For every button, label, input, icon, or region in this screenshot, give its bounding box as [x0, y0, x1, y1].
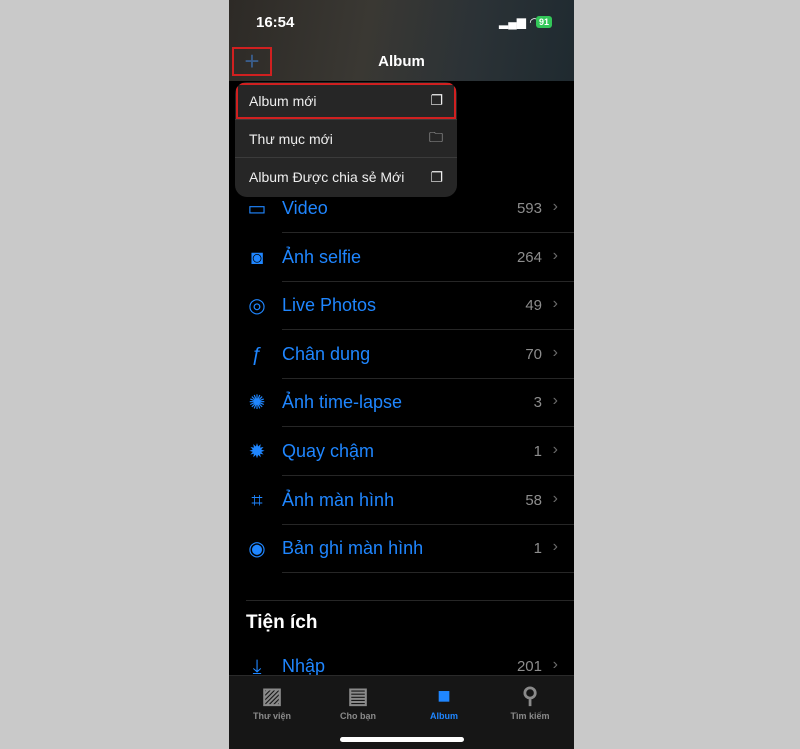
section-title-utilities: Tiện ích	[246, 612, 318, 633]
item-label: Ảnh màn hình	[282, 489, 395, 510]
item-label: Quay chậm	[282, 441, 375, 461]
media-type-icon: ƒ	[251, 343, 263, 366]
status-time: 16:54	[256, 14, 295, 31]
signal-wifi-icon: ▂▄▆ ◠	[499, 15, 540, 29]
tab-1[interactable]: ▤ Cho bạn	[315, 681, 401, 721]
item-count: 201	[516, 658, 542, 675]
media-type-icon: ◉	[248, 538, 266, 561]
item-label: Live Photos	[282, 295, 377, 316]
add-menu: Album mới ❐ Thư mục mới 🗀 Album Được chia …	[235, 82, 457, 197]
menu-label: Album mới	[249, 92, 317, 109]
item-label: Chân dung	[282, 343, 371, 364]
media-type-icon: ◎	[248, 295, 266, 318]
media-type-icon: ▭	[247, 198, 267, 220]
divider	[246, 600, 574, 601]
divider	[282, 572, 574, 574]
plus-icon: +	[244, 46, 260, 76]
tab-label: Album	[430, 711, 458, 721]
list-item-media-type[interactable]: ƒ Chân dung 70 ›	[229, 331, 574, 379]
menu-item-new-shared-album[interactable]: Album Được chia sẻ Mới ❐	[235, 158, 457, 196]
item-label: Bản ghi màn hình	[282, 538, 424, 559]
list-item-media-type[interactable]: ✺ Ảnh time-lapse 3 ›	[229, 379, 574, 428]
item-count: 264	[516, 248, 542, 266]
add-button[interactable]: +	[232, 47, 272, 76]
item-label: Video	[282, 198, 328, 218]
tab-3[interactable]: ⚲ Tìm kiếm	[487, 681, 573, 721]
home-indicator	[340, 737, 464, 742]
tab-icon: ■	[437, 683, 451, 708]
tab-icon: ▨	[261, 683, 283, 708]
menu-item-new-folder[interactable]: Thư mục mới 🗀	[235, 120, 457, 158]
chevron-right-icon: ›	[552, 246, 558, 264]
item-count: 3	[533, 394, 542, 412]
shared-album-icon: ❐	[430, 168, 443, 185]
chevron-right-icon: ›	[552, 343, 558, 361]
list-item-media-type[interactable]: ◎ Live Photos 49 ›	[229, 282, 574, 331]
list-item-media-type[interactable]: ✹ Quay chậm 1 ›	[229, 428, 574, 476]
tab-2[interactable]: ■ Album	[401, 681, 487, 721]
tab-0[interactable]: ▨ Thư viện	[229, 681, 315, 721]
new-album-icon: ❐	[430, 92, 443, 108]
menu-item-new-album[interactable]: Album mới ❐	[235, 82, 457, 120]
media-type-icon: ✺	[248, 392, 266, 415]
chevron-right-icon: ›	[552, 392, 558, 410]
phone-screen: 16:54 ▂▄▆ ◠ 91 Album + ▭ Video 593 › ◙ Ảnh se…	[229, 0, 574, 749]
chevron-right-icon: ›	[552, 441, 558, 458]
tab-label: Thư viện	[252, 711, 292, 721]
battery-indicator: 91	[536, 16, 553, 28]
chevron-right-icon: ›	[552, 198, 558, 215]
menu-label: Album Được chia sẻ Mới	[249, 169, 405, 185]
list-item-media-type[interactable]: ⌗ Ảnh màn hình 58 ›	[229, 477, 574, 525]
item-label: Ảnh time-lapse	[282, 392, 403, 413]
chevron-right-icon: ›	[552, 489, 558, 507]
item-count: 1	[533, 443, 542, 460]
tab-icon: ▤	[347, 683, 369, 708]
item-count: 593	[516, 200, 542, 217]
item-label: Nhập	[282, 656, 326, 676]
chevron-right-icon: ›	[552, 295, 558, 313]
list-item-media-type[interactable]: ◉ Bản ghi màn hình 1 ›	[229, 525, 574, 574]
media-type-icon: ◙	[250, 246, 264, 269]
item-label: Ảnh selfie	[282, 246, 362, 267]
chevron-right-icon: ›	[552, 538, 558, 556]
item-count: 1	[533, 540, 542, 558]
item-count: 49	[525, 297, 542, 315]
new-folder-icon: 🗀	[429, 128, 443, 145]
chevron-right-icon: ›	[552, 656, 558, 673]
page-title: Album	[378, 53, 425, 70]
item-count: 70	[525, 345, 542, 363]
media-type-icon: ✹	[248, 441, 266, 463]
media-type-icon: ⌗	[251, 489, 263, 512]
tab-label: Cho bạn	[340, 711, 376, 721]
tab-icon: ⚲	[521, 683, 539, 708]
tab-label: Tìm kiếm	[510, 711, 550, 721]
item-count: 58	[525, 491, 542, 509]
list-item-media-type[interactable]: ◙ Ảnh selfie 264 ›	[229, 234, 574, 282]
menu-label: Thư mục mới	[249, 130, 333, 147]
